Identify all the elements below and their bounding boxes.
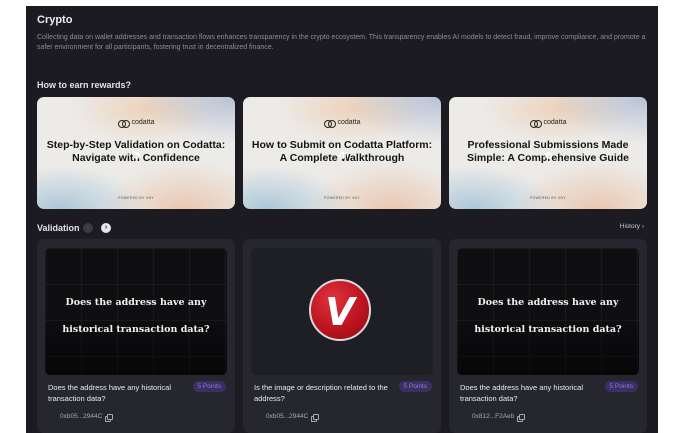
chevron-right-icon: › [641,223,644,230]
card-image: V [251,248,433,375]
codatta-logo-icon [529,119,542,128]
history-label: History [619,223,641,230]
play-icon[interactable] [545,152,552,159]
validation-card[interactable]: V Is the image or description related to… [243,239,441,433]
copy-icon[interactable] [105,413,114,422]
guide-card-submit[interactable]: codatta How to Submit on Codatta Platfor… [243,97,441,209]
page-description: Collecting data on wallet addresses and … [37,34,646,51]
chevron-right-icon[interactable]: › [101,223,111,233]
copy-icon[interactable] [517,413,526,422]
wallet-address: 0xb05...2944C [60,413,114,422]
card-question: Is the image or description related to t… [254,383,388,403]
vcoin-logo-icon: V [309,279,371,341]
card-image-text: Does the address have any historical tran… [474,297,622,335]
wallet-address: 0xb05...2944C [266,413,320,422]
guide-carousel: codatta Step-by-Step Validation on Codat… [37,97,647,209]
brand-name: codatta [543,119,567,126]
card-image: Does the address have any historical tran… [45,248,227,375]
brand-name: codatta [131,119,155,126]
powered-by: POWERED BY XNY [117,196,155,200]
validation-card[interactable]: Does the address have any historical tran… [449,239,647,433]
points-badge: 5 Points [604,381,638,392]
history-link[interactable]: History › [620,223,644,230]
address-text: 0xb05...2944C [266,413,309,420]
card-image: Does the address have any historical tran… [457,248,639,375]
wallet-address: 0x812...F2Aeb [472,413,526,422]
card-question: Does the address have any historical tra… [48,383,171,403]
codatta-logo-icon [323,119,336,128]
powered-by: POWERED BY XNY [529,196,567,200]
powered-by: POWERED BY XNY [323,196,361,200]
validation-section-title: Validation [37,223,80,233]
chevron-left-icon[interactable]: ‹ [83,223,93,233]
codatta-logo: codatta [243,119,441,128]
codatta-logo: codatta [449,119,647,128]
copy-icon[interactable] [311,413,320,422]
page-title: Crypto [37,14,73,26]
rewards-section-title: How to earn rewards? [37,80,132,90]
address-text: 0x812...F2Aeb [472,413,515,420]
play-icon[interactable] [339,152,346,159]
points-badge: 5 Points [192,381,226,392]
crypto-panel: Crypto Collecting data on wallet address… [26,6,658,433]
address-text: 0xb05...2944C [60,413,103,420]
points-badge: 5 Points [398,381,432,392]
codatta-logo-icon [117,119,130,128]
guide-card-validation[interactable]: codatta Step-by-Step Validation on Codat… [37,97,235,209]
guide-card-submissions[interactable]: codatta Professional Submissions Made Si… [449,97,647,209]
validation-card[interactable]: Does the address have any historical tran… [37,239,235,433]
codatta-logo: codatta [37,119,235,128]
card-question: Does the address have any historical tra… [460,383,583,403]
card-image-text: Does the address have any historical tran… [62,297,210,335]
brand-name: codatta [337,119,361,126]
play-icon[interactable] [133,152,140,159]
